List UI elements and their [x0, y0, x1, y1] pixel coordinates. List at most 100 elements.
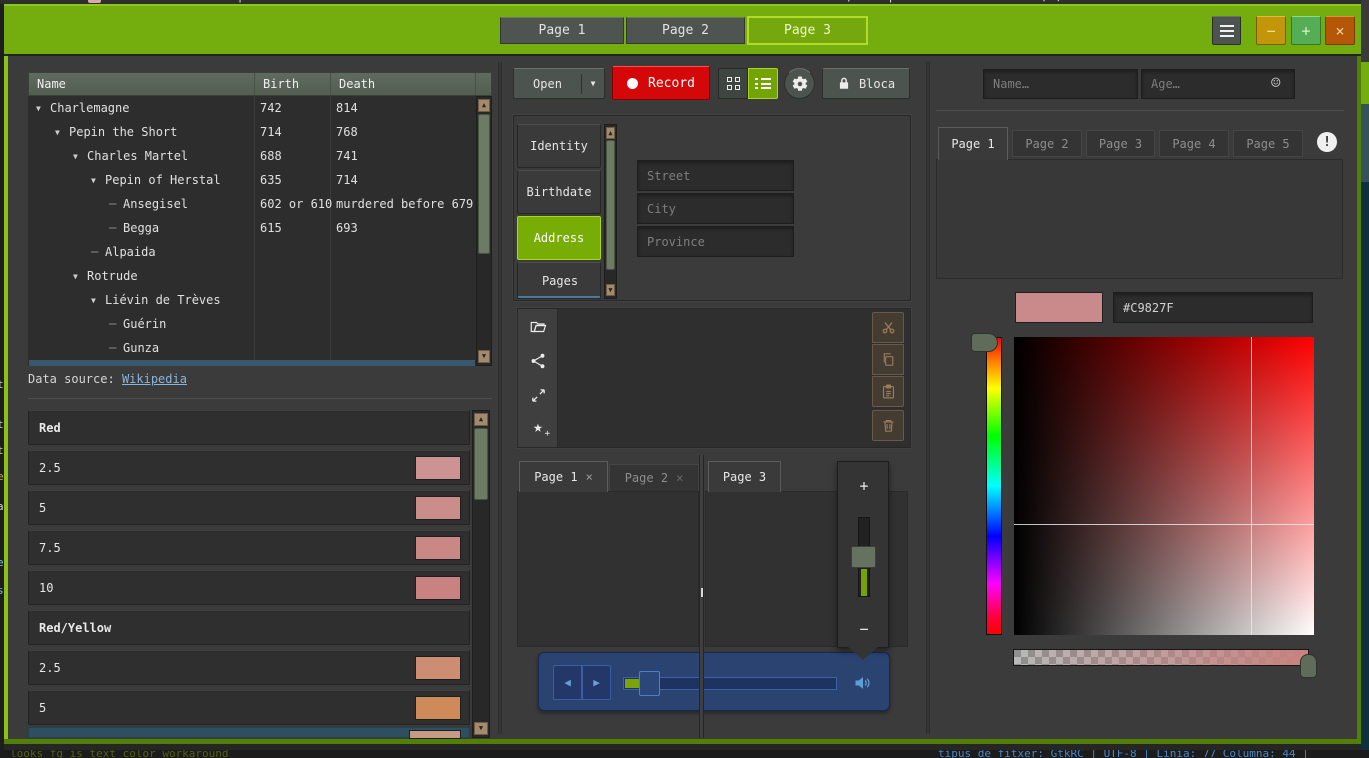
scroll-up-icon[interactable]: ▲ — [474, 413, 488, 426]
list-item[interactable]: 2.5 — [28, 450, 470, 485]
tree-row[interactable]: ▼ Rotrude — [28, 264, 476, 288]
hex-color-input[interactable] — [1113, 292, 1313, 323]
volume-plus-button[interactable]: + — [838, 474, 890, 498]
chevron-down-icon[interactable]: ▼ — [582, 79, 604, 88]
tree-row[interactable]: ─ Ansegisel 602 or 610 murdered before 6… — [28, 192, 476, 216]
alpha-slider-handle[interactable] — [1300, 654, 1317, 678]
tree-row[interactable]: ─ Alpaida — [28, 240, 476, 264]
fullscreen-button[interactable] — [528, 385, 548, 405]
settings-button[interactable] — [784, 68, 815, 99]
delete-button[interactable] — [872, 410, 904, 441]
tree-row[interactable]: ▼ Liévin de Trèves — [28, 288, 476, 312]
expander-icon[interactable]: ▼ — [91, 176, 105, 185]
tab-page4[interactable]: Page 4 — [1159, 130, 1229, 157]
tree-row[interactable]: ▼ Charles Martel 688 741 — [28, 144, 476, 168]
expander-icon[interactable]: ▼ — [91, 296, 105, 305]
paste-button[interactable] — [872, 376, 904, 407]
notebook-tab-page1[interactable]: Page 1 × — [519, 461, 608, 492]
menu-button[interactable] — [1212, 16, 1241, 45]
datasource-link[interactable]: Wikipedia — [122, 372, 187, 386]
tab-page2[interactable]: Page 2 — [1012, 130, 1082, 157]
tree-row[interactable]: ▼ Pepin the Short 714 768 — [28, 120, 476, 144]
maximize-button[interactable]: + — [1291, 16, 1321, 45]
expander-icon[interactable]: ▼ — [73, 152, 87, 161]
city-field[interactable] — [637, 193, 794, 224]
listbox-scrollbar[interactable]: ▲ ▼ — [472, 410, 490, 738]
share-button[interactable] — [528, 351, 548, 371]
sidebar-item-identity[interactable]: Identity — [517, 124, 601, 168]
sidebar-item-pages[interactable]: Pages — [517, 262, 601, 299]
tree-column-name[interactable]: Name — [29, 73, 255, 95]
tree-row[interactable]: ─ Guérin — [28, 312, 476, 336]
listbox-scrollbar-thumb[interactable] — [474, 428, 488, 500]
cut-button[interactable] — [872, 312, 904, 343]
titlebar-tab-page1[interactable]: Page 1 — [500, 17, 624, 44]
alpha-slider[interactable] — [1013, 649, 1309, 666]
tab-close-icon[interactable]: × — [586, 470, 593, 484]
paned-separator-middle[interactable] — [699, 455, 704, 738]
hue-slider-handle[interactable] — [971, 333, 998, 352]
close-button[interactable]: × — [1325, 16, 1355, 45]
paned-separator-left[interactable] — [498, 62, 502, 734]
scroll-up-icon[interactable]: ▲ — [478, 99, 490, 112]
list-item[interactable]: Red — [28, 410, 470, 445]
volume-minus-button[interactable]: − — [838, 617, 890, 641]
favorite-button[interactable]: ★ + — [528, 417, 548, 437]
tree-selected-row-partial[interactable] — [29, 360, 475, 366]
media-slider-handle[interactable] — [639, 671, 660, 696]
list-item[interactable]: 5 — [28, 690, 470, 725]
alert-icon[interactable]: ! — [1317, 132, 1337, 152]
expander-icon[interactable]: ▼ — [73, 272, 87, 281]
tab-page5[interactable]: Page 5 — [1233, 130, 1303, 157]
notebook-tab-page3[interactable]: Page 3 — [708, 461, 781, 492]
sidebar-scrollbar-thumb[interactable] — [606, 140, 615, 270]
titlebar-tab-page2[interactable]: Page 2 — [626, 17, 745, 44]
media-back-button[interactable]: ◀ — [553, 665, 582, 700]
open-folder-button[interactable] — [528, 317, 548, 337]
list-item[interactable]: 10 — [28, 570, 470, 605]
expander-icon[interactable]: ▼ — [36, 104, 50, 113]
volume-slider-handle[interactable] — [851, 546, 876, 568]
paned-separator-right[interactable] — [926, 62, 930, 734]
tree-header[interactable]: Name Birth Death — [28, 72, 492, 96]
grid-view-toggle[interactable] — [718, 68, 748, 99]
sidebar-item-address[interactable]: Address — [517, 216, 601, 260]
sidebar-item-birthdate[interactable]: Birthdate — [517, 170, 601, 214]
tree-row[interactable]: ▼ Charlemagne 742 814 — [28, 96, 476, 120]
sidebar-scrollbar[interactable]: ▲ ▼ — [604, 124, 617, 299]
tree-scrollbar[interactable]: ▲ ▼ — [476, 96, 492, 366]
tab-page1[interactable]: Page 1 — [938, 127, 1008, 160]
list-item[interactable]: Red/Yellow — [28, 610, 470, 645]
notebook-tab-page2[interactable]: Page 2 × — [609, 464, 699, 492]
titlebar-tab-page3[interactable]: Page 3 — [747, 16, 868, 45]
saturation-value-area[interactable] — [1014, 337, 1314, 635]
smiley-icon[interactable]: ☺ — [1271, 73, 1281, 92]
media-forward-button[interactable]: ▶ — [582, 665, 611, 700]
tree-row[interactable]: ─ Begga 615 693 — [28, 216, 476, 240]
tree-column-birth[interactable]: Birth — [255, 73, 331, 95]
scroll-down-icon[interactable]: ▼ — [474, 722, 488, 735]
tree-row[interactable]: ─ Gunza — [28, 336, 476, 360]
list-item[interactable]: 2.5 — [28, 650, 470, 685]
paned-handle[interactable] — [701, 588, 703, 597]
scroll-up-icon[interactable]: ▲ — [606, 127, 615, 139]
list-item[interactable]: 7.5 — [28, 530, 470, 565]
list-view-toggle[interactable] — [748, 68, 778, 99]
current-color-swatch[interactable] — [1015, 292, 1103, 323]
list-item-partial-selected[interactable] — [28, 727, 470, 738]
tree-scrollbar-thumb[interactable] — [478, 114, 490, 254]
lock-button[interactable]: Bloca — [822, 68, 910, 99]
name-field[interactable] — [983, 69, 1138, 99]
tab-page3[interactable]: Page 3 — [1086, 130, 1155, 157]
minimize-button[interactable]: − — [1256, 16, 1286, 45]
copy-button[interactable] — [872, 344, 904, 375]
street-field[interactable] — [637, 160, 794, 191]
open-button[interactable]: Open ▼ — [513, 68, 605, 99]
list-item[interactable]: 5 — [28, 490, 470, 525]
media-volume-button[interactable] — [851, 671, 875, 695]
record-button[interactable]: Record — [612, 66, 710, 100]
scroll-down-icon[interactable]: ▼ — [606, 284, 615, 296]
tree-column-death[interactable]: Death — [331, 73, 476, 95]
tree-row[interactable]: ▼ Pepin of Herstal 635 714 — [28, 168, 476, 192]
hue-slider[interactable] — [986, 337, 1002, 635]
